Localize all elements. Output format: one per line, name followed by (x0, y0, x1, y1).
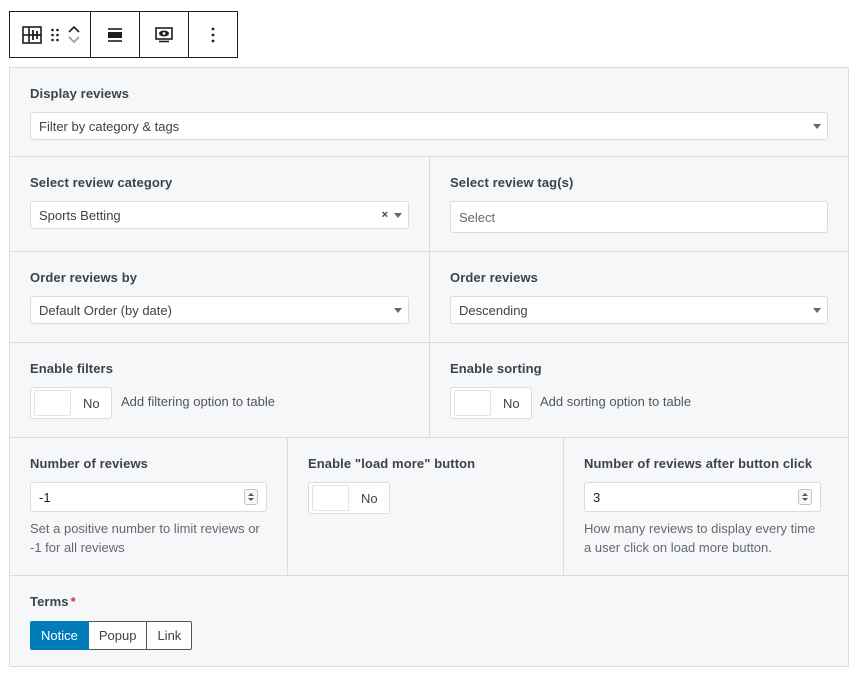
toolbar-group-block (10, 12, 91, 57)
terms-option-popup[interactable]: Popup (88, 621, 148, 650)
move-down-icon[interactable] (68, 36, 80, 44)
required-marker: * (70, 594, 76, 609)
num-reviews-cell: Number of reviews -1 Set a positive numb… (10, 438, 288, 575)
display-reviews-value: Filter by category & tags (39, 118, 180, 134)
row-order: Order reviews by Default Order (by date)… (10, 252, 848, 343)
number-spinner-icon[interactable] (244, 489, 258, 505)
toggle-knob (34, 390, 71, 416)
sorting-help: Add sorting option to table (540, 394, 692, 409)
review-tags-cell: Select review tag(s) Select (430, 157, 848, 251)
preview-eye-icon[interactable] (140, 12, 188, 57)
order-select[interactable]: Descending (450, 296, 828, 324)
terms-segmented-control: Notice Popup Link (30, 621, 193, 650)
order-label: Order reviews (450, 270, 539, 285)
toolbar-group-align (91, 12, 140, 57)
review-category-value: Sports Betting (39, 207, 121, 223)
table-insert-icon[interactable] (22, 12, 42, 57)
drag-handle-icon[interactable] (50, 12, 60, 57)
num-after-click-desc-line1: How many reviews to display every time (584, 521, 816, 536)
review-tags-label: Select review tag(s) (450, 175, 574, 190)
review-tags-placeholder: Select (459, 209, 496, 225)
sorting-label: Enable sorting (450, 361, 542, 376)
num-reviews-description: Set a positive number to limit reviews o… (30, 519, 260, 557)
display-reviews-select[interactable]: Filter by category & tags (30, 112, 828, 140)
order-value: Descending (459, 302, 528, 318)
num-after-click-description: How many reviews to display every time a… (584, 519, 815, 557)
filters-toggle[interactable]: No (30, 387, 112, 419)
more-options-icon[interactable] (189, 12, 237, 57)
move-up-icon[interactable] (68, 25, 80, 33)
load-more-label: Enable "load more" button (308, 456, 476, 471)
filters-cell: Enable filters No Add filtering option t… (10, 343, 430, 437)
chevron-down-icon (813, 307, 821, 313)
review-category-cell: Select review category Sports Betting × (10, 157, 430, 251)
num-reviews-desc-line1: Set a positive number to limit reviews o… (30, 521, 260, 536)
sorting-toggle[interactable]: No (450, 387, 532, 419)
number-spinner-icon[interactable] (798, 489, 812, 505)
row-category-tags: Select review category Sports Betting × … (10, 157, 848, 252)
order-by-select[interactable]: Default Order (by date) (30, 296, 409, 324)
review-category-select[interactable]: Sports Betting × (30, 201, 409, 229)
toolbar-group-preview (140, 12, 189, 57)
sorting-toggle-state: No (503, 395, 520, 411)
filters-label: Enable filters (30, 361, 114, 376)
num-after-click-value: 3 (593, 489, 601, 505)
num-after-click-cell: Number of reviews after button click 3 H… (564, 438, 848, 575)
chevron-down-icon (394, 212, 402, 218)
row-pagination: Number of reviews -1 Set a positive numb… (10, 438, 848, 576)
num-after-click-label: Number of reviews after button click (584, 456, 813, 471)
toggle-knob (312, 485, 349, 511)
num-reviews-label: Number of reviews (30, 456, 149, 471)
clear-selection-icon[interactable]: × (382, 209, 388, 221)
align-icon[interactable] (91, 12, 139, 57)
chevron-down-icon (394, 307, 402, 313)
num-reviews-input[interactable]: -1 (30, 482, 267, 512)
terms-option-notice[interactable]: Notice (30, 621, 89, 650)
terms-label-text: Terms (30, 594, 69, 609)
num-reviews-desc-line2: -1 for all reviews (30, 540, 125, 555)
block-toolbar (9, 11, 238, 58)
chevron-down-icon (813, 123, 821, 129)
toolbar-group-more (189, 12, 237, 57)
order-by-label: Order reviews by (30, 270, 138, 285)
terms-label: Terms * (30, 594, 76, 609)
row-filters-sorting: Enable filters No Add filtering option t… (10, 343, 848, 438)
num-after-click-input[interactable]: 3 (584, 482, 821, 512)
load-more-toggle-state: No (361, 490, 378, 506)
block-mover (68, 12, 80, 57)
terms-option-link[interactable]: Link (147, 621, 193, 650)
order-by-cell: Order reviews by Default Order (by date) (10, 252, 430, 342)
review-category-label: Select review category (30, 175, 173, 190)
review-tags-input[interactable]: Select (450, 201, 828, 233)
toggle-knob (454, 390, 491, 416)
load-more-cell: Enable "load more" button No (288, 438, 564, 575)
filters-toggle-state: No (83, 395, 100, 411)
order-cell: Order reviews Descending (430, 252, 848, 342)
sorting-cell: Enable sorting No Add sorting option to … (430, 343, 848, 437)
settings-panel: Display reviews Filter by category & tag… (9, 67, 849, 667)
order-by-value: Default Order (by date) (39, 302, 172, 318)
num-reviews-value: -1 (39, 489, 51, 505)
load-more-toggle[interactable]: No (308, 482, 390, 514)
filters-help: Add filtering option to table (121, 394, 275, 409)
row-display-reviews: Display reviews Filter by category & tag… (10, 68, 848, 157)
display-reviews-cell: Display reviews Filter by category & tag… (10, 68, 848, 156)
num-after-click-desc-line2: a user click on load more button. (584, 540, 772, 555)
display-reviews-label: Display reviews (30, 86, 130, 101)
